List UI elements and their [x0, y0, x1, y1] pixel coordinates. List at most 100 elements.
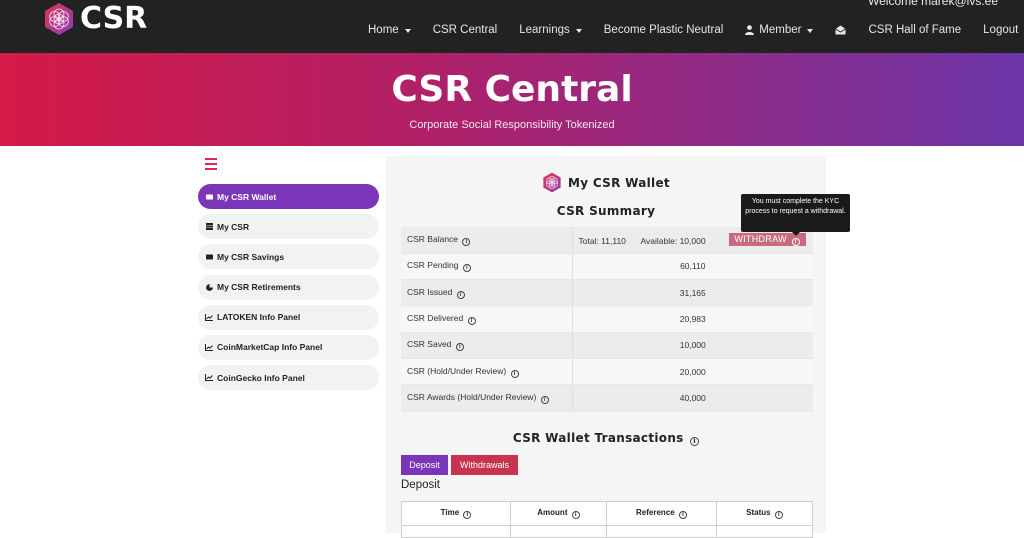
table-row: [401, 525, 813, 538]
withdrawals-tab-button[interactable]: Withdrawals: [451, 455, 518, 475]
flower-of-life-icon: [45, 2, 73, 35]
row-label: CSR Balance: [407, 233, 459, 244]
withdraw-label: WITHDRAW: [734, 234, 787, 244]
table-row: CSR Awards (Hold/Under Review) i 40,000: [401, 384, 813, 412]
table-cell: CSR Pending i: [401, 253, 573, 281]
info-icon: i: [791, 238, 800, 246]
info-icon: i: [463, 511, 472, 519]
row-label: CSR Pending: [407, 260, 459, 271]
column-header-amount[interactable]: Amount i: [510, 501, 607, 526]
column-header-time[interactable]: Time i: [401, 501, 511, 526]
row-label: CSR Issued: [407, 286, 453, 297]
nav-become-plastic-neutral[interactable]: Become Plastic Neutral: [604, 24, 724, 36]
hamburger-menu-icon[interactable]: [205, 158, 217, 173]
info-icon[interactable]: i: [462, 237, 471, 246]
coins-icon: [204, 222, 214, 232]
caret-down-icon: [807, 28, 814, 33]
sidebar-item-label: My CSR Retirements: [217, 282, 301, 293]
sidebar-item-latoken[interactable]: LATOKEN Info Panel: [198, 304, 379, 330]
nav-csr-central[interactable]: CSR Central: [433, 24, 498, 36]
table-cell: CSR Awards (Hold/Under Review) i: [401, 384, 573, 412]
line-chart-icon: [204, 373, 214, 383]
envelope-open-icon: [835, 25, 847, 35]
transactions-title-text: CSR Wallet Transactions: [512, 431, 684, 445]
nav-mail[interactable]: [835, 25, 847, 35]
top-navbar: CSR Welcome marek@ivs.ee Home CSR Centra…: [0, 0, 1024, 53]
nav-label: Become Plastic Neutral: [603, 24, 724, 36]
sidebar-item-my-csr-savings[interactable]: My CSR Savings: [198, 244, 379, 270]
table-row: CSR Saved i 10,000: [401, 332, 813, 359]
sidebar-item-coinmarketcap[interactable]: CoinMarketCap Info Panel: [198, 334, 379, 360]
nav-label: CSR Central: [432, 24, 498, 36]
table-header-row: Time i Amount i Reference i Status i: [401, 501, 813, 526]
nav-logout[interactable]: Logout: [983, 24, 1018, 36]
row-label: CSR Delivered: [407, 313, 464, 324]
deposit-table: Time i Amount i Reference i Status i: [401, 501, 813, 538]
main-nav: Home CSR Central Learnings Become Plasti…: [368, 22, 1024, 38]
info-icon[interactable]: i: [690, 437, 700, 446]
balance-total: Total: 11,110: [578, 236, 626, 246]
brand-logo[interactable]: CSR: [43, 1, 147, 36]
table-cell: CSR Balance i: [401, 227, 573, 254]
wallet-icon: [204, 192, 214, 202]
balance-available: Available: 10,000: [640, 236, 706, 246]
table-cell: 20,000: [572, 358, 813, 386]
table-row: CSR Issued i 31,165: [401, 279, 813, 307]
table-cell: [401, 525, 511, 538]
page-subtitle: Corporate Social Responsibility Tokenize…: [409, 119, 615, 131]
table-cell: CSR (Hold/Under Review) i: [401, 358, 573, 386]
nav-home[interactable]: Home: [368, 24, 411, 36]
summary-table: CSR Balance i Total: 11,110 Available: 1…: [401, 227, 813, 412]
nav-label: Learnings: [519, 24, 570, 36]
info-icon[interactable]: i: [467, 317, 476, 326]
column-header-status[interactable]: Status i: [716, 501, 813, 526]
sidebar: My CSR Wallet My CSR My CSR Savings My C…: [198, 184, 379, 395]
table-cell: [716, 525, 813, 538]
user-icon: [745, 25, 755, 35]
sidebar-item-my-csr-wallet[interactable]: My CSR Wallet: [198, 184, 379, 209]
column-label: Status: [746, 508, 771, 517]
transactions-title: CSR Wallet Transactions i: [386, 431, 826, 446]
table-cell: CSR Issued i: [401, 279, 573, 307]
nav-member[interactable]: Member: [745, 24, 814, 36]
table-cell: 31,165: [572, 279, 813, 307]
table-cell: CSR Saved i: [401, 332, 573, 359]
line-chart-icon: [204, 342, 214, 352]
column-label: Amount: [537, 508, 568, 517]
caret-down-icon: [575, 28, 582, 33]
info-icon[interactable]: i: [540, 395, 549, 404]
column-label: Reference: [636, 508, 675, 517]
table-cell: 60,110: [572, 253, 813, 281]
info-icon[interactable]: i: [456, 290, 465, 299]
info-icon[interactable]: i: [455, 343, 464, 352]
table-cell: [510, 525, 607, 538]
info-icon: i: [571, 511, 580, 519]
sidebar-item-label: My CSR: [217, 221, 250, 232]
info-icon: i: [774, 511, 783, 519]
sidebar-item-label: My CSR Wallet: [217, 191, 277, 202]
table-cell: CSR Delivered i: [401, 305, 573, 333]
nav-label: CSR Hall of Fame: [868, 24, 962, 36]
kyc-tooltip: You must complete the KYC process to req…: [741, 194, 850, 236]
wallet-title: My CSR Wallet: [568, 175, 670, 190]
table-row: CSR (Hold/Under Review) i 20,000: [401, 358, 813, 386]
nav-label: Logout: [983, 24, 1019, 36]
nav-learnings[interactable]: Learnings: [519, 24, 582, 36]
wallet-icon: [204, 252, 214, 262]
nav-label: Member: [759, 24, 802, 36]
sidebar-item-my-csr[interactable]: My CSR: [198, 214, 379, 240]
info-icon[interactable]: i: [510, 369, 519, 378]
sidebar-item-label: LATOKEN Info Panel: [217, 312, 301, 323]
sidebar-item-coingecko[interactable]: CoinGecko Info Panel: [198, 365, 379, 391]
wallet-header: My CSR Wallet: [542, 172, 670, 193]
sidebar-item-my-csr-retirements[interactable]: My CSR Retirements: [198, 274, 379, 300]
deposit-tab-button[interactable]: Deposit: [401, 455, 448, 475]
table-cell: [606, 525, 717, 538]
table-cell: 40,000: [572, 384, 813, 412]
column-header-reference[interactable]: Reference i: [606, 501, 717, 526]
page-title: CSR Central: [391, 69, 633, 110]
brand-name: CSR: [80, 1, 148, 36]
info-icon[interactable]: i: [462, 264, 471, 273]
nav-hall-of-fame[interactable]: CSR Hall of Fame: [868, 24, 961, 36]
table-cell: 20,983: [572, 305, 813, 333]
